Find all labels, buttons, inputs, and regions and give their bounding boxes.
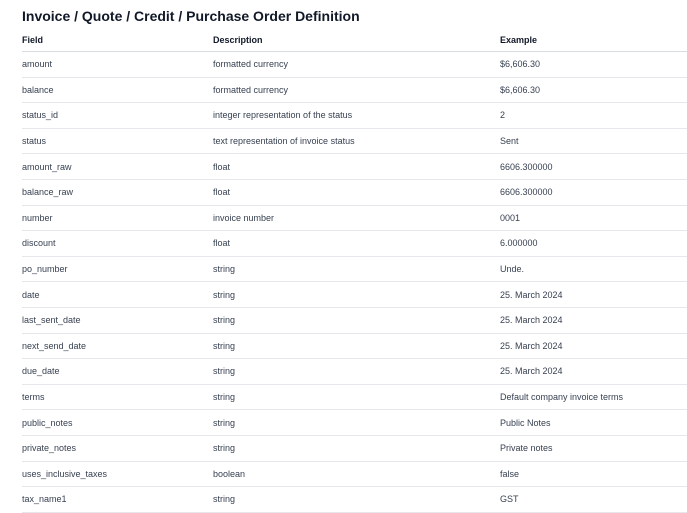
column-header-field: Field bbox=[22, 28, 213, 52]
example-cell: 6606.300000 bbox=[500, 179, 687, 206]
example-cell: Sent bbox=[500, 128, 687, 155]
table-row: next_send_date string 25. March 2024 bbox=[22, 333, 687, 360]
table-header-row: Field Description Example bbox=[22, 28, 687, 52]
description-cell: string bbox=[213, 435, 500, 462]
field-cell: public_notes bbox=[22, 409, 213, 436]
table-row: tax_name1 string GST bbox=[22, 486, 687, 513]
field-cell: terms bbox=[22, 384, 213, 411]
table-row: last_sent_date string 25. March 2024 bbox=[22, 307, 687, 334]
table-row: balance formatted currency $6,606.30 bbox=[22, 77, 687, 104]
table-row: public_notes string Public Notes bbox=[22, 409, 687, 436]
description-cell: string bbox=[213, 384, 500, 411]
example-cell: 25. March 2024 bbox=[500, 333, 687, 360]
description-cell: formatted currency bbox=[213, 77, 500, 104]
description-cell: invoice number bbox=[213, 205, 500, 232]
table-row: number invoice number 0001 bbox=[22, 205, 687, 232]
field-cell: date bbox=[22, 281, 213, 308]
description-cell: float bbox=[213, 230, 500, 257]
description-cell: text representation of invoice status bbox=[213, 128, 500, 155]
document-page: Invoice / Quote / Credit / Purchase Orde… bbox=[22, 0, 687, 513]
table-row: amount formatted currency $6,606.30 bbox=[22, 51, 687, 78]
table-row: status_id integer representation of the s… bbox=[22, 102, 687, 129]
field-cell: private_notes bbox=[22, 435, 213, 462]
field-cell: number bbox=[22, 205, 213, 232]
description-cell: integer representation of the status bbox=[213, 102, 500, 129]
description-cell: string bbox=[213, 358, 500, 385]
table-row: po_number string Unde. bbox=[22, 256, 687, 283]
description-cell: formatted currency bbox=[213, 51, 500, 78]
field-cell: last_sent_date bbox=[22, 307, 213, 334]
table-row: private_notes string Private notes bbox=[22, 435, 687, 462]
description-cell: string bbox=[213, 307, 500, 334]
table-row: status text representation of invoice sta… bbox=[22, 128, 687, 155]
column-header-description: Description bbox=[213, 28, 500, 52]
description-cell: string bbox=[213, 486, 500, 513]
table-header: Field Description Example bbox=[22, 28, 687, 52]
field-cell: amount_raw bbox=[22, 153, 213, 180]
table-row: discount float 6.000000 bbox=[22, 230, 687, 257]
example-cell: Unde. bbox=[500, 256, 687, 283]
description-cell: string bbox=[213, 281, 500, 308]
description-cell: boolean bbox=[213, 461, 500, 488]
example-cell: 0001 bbox=[500, 205, 687, 232]
field-cell: balance_raw bbox=[22, 179, 213, 206]
field-cell: due_date bbox=[22, 358, 213, 385]
table-row: due_date string 25. March 2024 bbox=[22, 358, 687, 385]
description-cell: float bbox=[213, 179, 500, 206]
field-cell: po_number bbox=[22, 256, 213, 283]
table-row: amount_raw float 6606.300000 bbox=[22, 153, 687, 180]
description-cell: string bbox=[213, 409, 500, 436]
example-cell: 2 bbox=[500, 102, 687, 129]
field-cell: status bbox=[22, 128, 213, 155]
example-cell: 25. March 2024 bbox=[500, 281, 687, 308]
description-cell: string bbox=[213, 333, 500, 360]
table-body: amount formatted currency $6,606.30 balance… bbox=[22, 51, 687, 513]
page-title: Invoice / Quote / Credit / Purchase Orde… bbox=[22, 8, 360, 24]
example-cell: 6606.300000 bbox=[500, 153, 687, 180]
field-cell: amount bbox=[22, 51, 213, 78]
column-header-example: Example bbox=[500, 28, 687, 52]
example-cell: 25. March 2024 bbox=[500, 358, 687, 385]
example-cell: 25. March 2024 bbox=[500, 307, 687, 334]
example-cell: $6,606.30 bbox=[500, 51, 687, 78]
example-cell: $6,606.30 bbox=[500, 77, 687, 104]
example-cell: Private notes bbox=[500, 435, 687, 462]
example-cell: GST bbox=[500, 486, 687, 513]
definition-table: Field Description Example amount formatte… bbox=[22, 28, 687, 513]
table-row: balance_raw float 6606.300000 bbox=[22, 179, 687, 206]
example-cell: false bbox=[500, 461, 687, 488]
table-row: terms string Default company invoice terms bbox=[22, 384, 687, 411]
field-cell: discount bbox=[22, 230, 213, 257]
table-row: uses_inclusive_taxes boolean false bbox=[22, 461, 687, 488]
example-cell: Default company invoice terms bbox=[500, 384, 687, 411]
field-cell: tax_name1 bbox=[22, 486, 213, 513]
field-cell: uses_inclusive_taxes bbox=[22, 461, 213, 488]
field-cell: next_send_date bbox=[22, 333, 213, 360]
description-cell: float bbox=[213, 153, 500, 180]
field-cell: status_id bbox=[22, 102, 213, 129]
description-cell: string bbox=[213, 256, 500, 283]
field-cell: balance bbox=[22, 77, 213, 104]
example-cell: 6.000000 bbox=[500, 230, 687, 257]
example-cell: Public Notes bbox=[500, 409, 687, 436]
table-row: date string 25. March 2024 bbox=[22, 281, 687, 308]
